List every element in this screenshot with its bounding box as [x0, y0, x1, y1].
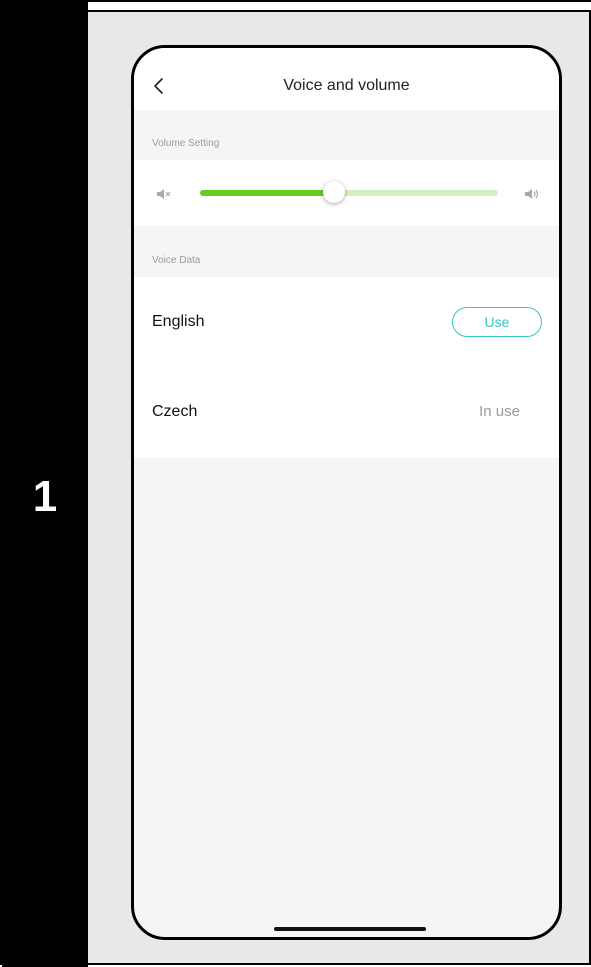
- language-name: Czech: [152, 403, 198, 420]
- use-button[interactable]: Use: [452, 307, 542, 337]
- top-divider: [88, 2, 591, 12]
- voice-section-label: Voice Data: [152, 255, 201, 266]
- phone-screen: Voice and volume Volume Setting Voice Da…: [131, 45, 562, 940]
- language-name: English: [152, 313, 205, 330]
- speaker-muted-icon[interactable]: [156, 187, 172, 201]
- volume-slider-fill: [200, 190, 335, 196]
- nav-bar: Voice and volume: [134, 48, 559, 110]
- in-use-status: In use: [479, 403, 520, 420]
- home-indicator[interactable]: [274, 927, 426, 931]
- volume-row: [134, 160, 559, 226]
- step-column: 1: [2, 2, 88, 967]
- language-row-english: English Use: [134, 277, 559, 367]
- volume-slider-thumb[interactable]: [323, 181, 346, 203]
- step-number: 1: [32, 472, 58, 521]
- page-title: Voice and volume: [283, 77, 410, 94]
- language-row-czech: Czech In use: [134, 367, 559, 457]
- speaker-loud-icon[interactable]: [524, 187, 540, 201]
- volume-slider[interactable]: [200, 181, 498, 203]
- instruction-frame: 1 Voice and volume Volume Setting Voice …: [0, 0, 591, 967]
- language-list: English Use Czech In use: [134, 277, 559, 458]
- volume-section-label: Volume Setting: [152, 138, 220, 149]
